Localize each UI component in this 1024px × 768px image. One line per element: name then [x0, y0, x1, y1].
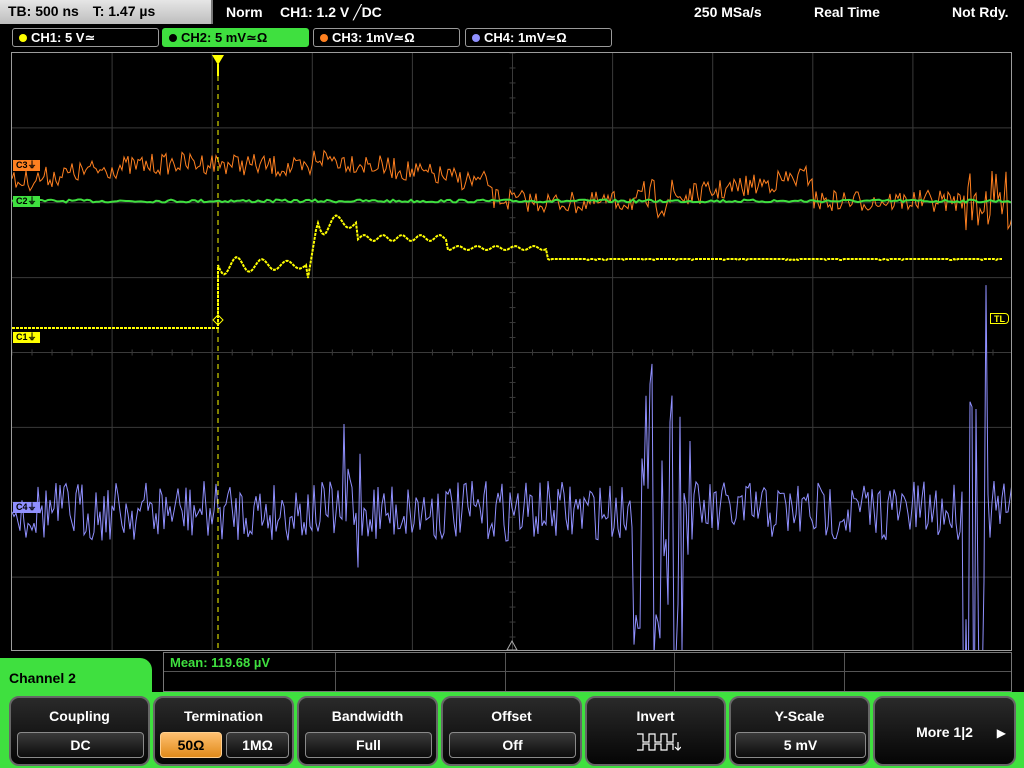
more-label: More 1|2	[916, 724, 973, 740]
tab-ch4-label: CH4: 1mV≃Ω	[484, 30, 567, 45]
termination-50ohm-button[interactable]: 50Ω	[160, 732, 222, 758]
more-softkey[interactable]: More 1|2 ▶	[873, 696, 1016, 766]
coupling-value-button[interactable]: DC	[17, 732, 144, 758]
invert-softkey[interactable]: Invert	[585, 696, 726, 766]
tab-ch4[interactable]: CH4: 1mV≃Ω	[465, 28, 612, 47]
bandwidth-value-button[interactable]: Full	[305, 732, 432, 758]
trigger-state-label: Not Rdy.	[952, 4, 1009, 20]
coupling-softkey[interactable]: Coupling DC	[9, 696, 150, 766]
tab-ch3-label: CH3: 1mV≃Ω	[332, 30, 415, 45]
trigger-time-label: T: 1.47 µs	[92, 3, 156, 19]
trigger-level-marker[interactable]: TL	[990, 313, 1009, 324]
waveform-svg	[12, 53, 1011, 650]
softkey-bar: Coupling DC Termination 50Ω 1MΩ Bandwidt…	[0, 692, 1024, 768]
measurement-bar: Mean: 119.68 µV	[163, 652, 1012, 692]
waveform-display[interactable]: C3⏚ C2⏚ C1⏚ C4⏚ TL	[11, 52, 1012, 651]
invert-waveform-icon	[637, 733, 681, 751]
termination-softkey[interactable]: Termination 50Ω 1MΩ	[153, 696, 294, 766]
tab-ch3[interactable]: CH3: 1mV≃Ω	[313, 28, 460, 47]
offset-title: Offset	[491, 708, 532, 724]
measurement-divider	[164, 671, 1011, 672]
bandwidth-title: Bandwidth	[331, 708, 404, 724]
measurement-mean-value[interactable]: Mean: 119.68 µV	[170, 655, 270, 670]
timebase-box[interactable]: TB: 500 ns T: 1.47 µs	[0, 0, 213, 24]
measurement-cell-divider	[844, 653, 845, 691]
yscale-value-button[interactable]: 5 mV	[735, 732, 866, 758]
coupling-title: Coupling	[49, 708, 110, 724]
trigger-mode-label[interactable]: Norm	[226, 4, 263, 20]
measurement-cell-divider	[505, 653, 506, 691]
bandwidth-softkey[interactable]: Bandwidth Full	[297, 696, 438, 766]
termination-title: Termination	[183, 708, 264, 724]
graticule	[12, 53, 1011, 650]
ch3-ground-marker[interactable]: C3⏚	[13, 160, 40, 171]
measurement-cell-divider	[674, 653, 675, 691]
tab-ch2-label: CH2: 5 mV≃Ω	[181, 30, 268, 45]
ch2-color-dot	[169, 34, 177, 42]
ch4-color-dot	[472, 34, 480, 42]
timebase-label: TB: 500 ns	[8, 3, 79, 19]
ch1-color-dot	[19, 34, 27, 42]
offset-value-button[interactable]: Off	[449, 732, 576, 758]
termination-1mohm-button[interactable]: 1MΩ	[226, 732, 289, 758]
channel-tabs: CH1: 5 V≃ CH2: 5 mV≃Ω CH3: 1mV≃Ω CH4: 1m…	[0, 26, 1024, 48]
ch1-waveform	[12, 214, 1002, 329]
ch2-ground-marker[interactable]: C2⏚	[13, 196, 40, 207]
sample-rate-label: 250 MSa/s	[694, 4, 762, 20]
acquisition-mode-label: Real Time	[814, 4, 880, 20]
measurement-cell-divider	[335, 653, 336, 691]
tab-ch1-label: CH1: 5 V≃	[31, 30, 96, 45]
next-page-icon: ▶	[996, 726, 1006, 740]
ch3-color-dot	[320, 34, 328, 42]
trigger-source-label[interactable]: CH1: 1.2 V ╱DC	[280, 4, 382, 21]
trigger-position-marker[interactable]	[212, 55, 224, 65]
yscale-title: Y-Scale	[774, 708, 825, 724]
yscale-softkey[interactable]: Y-Scale 5 mV	[729, 696, 870, 766]
ch1-ground-marker[interactable]: C1⏚	[13, 332, 40, 343]
ch4-ground-marker[interactable]: C4⏚	[13, 502, 40, 513]
invert-title: Invert	[636, 708, 675, 724]
ch2-waveform	[12, 198, 1011, 204]
offset-softkey[interactable]: Offset Off	[441, 696, 582, 766]
tab-ch1[interactable]: CH1: 5 V≃	[12, 28, 159, 47]
status-bar: TB: 500 ns T: 1.47 µs Norm CH1: 1.2 V ╱D…	[0, 0, 1024, 24]
tab-ch2[interactable]: CH2: 5 mV≃Ω	[162, 28, 309, 47]
trigger-marker-stem	[217, 64, 219, 76]
